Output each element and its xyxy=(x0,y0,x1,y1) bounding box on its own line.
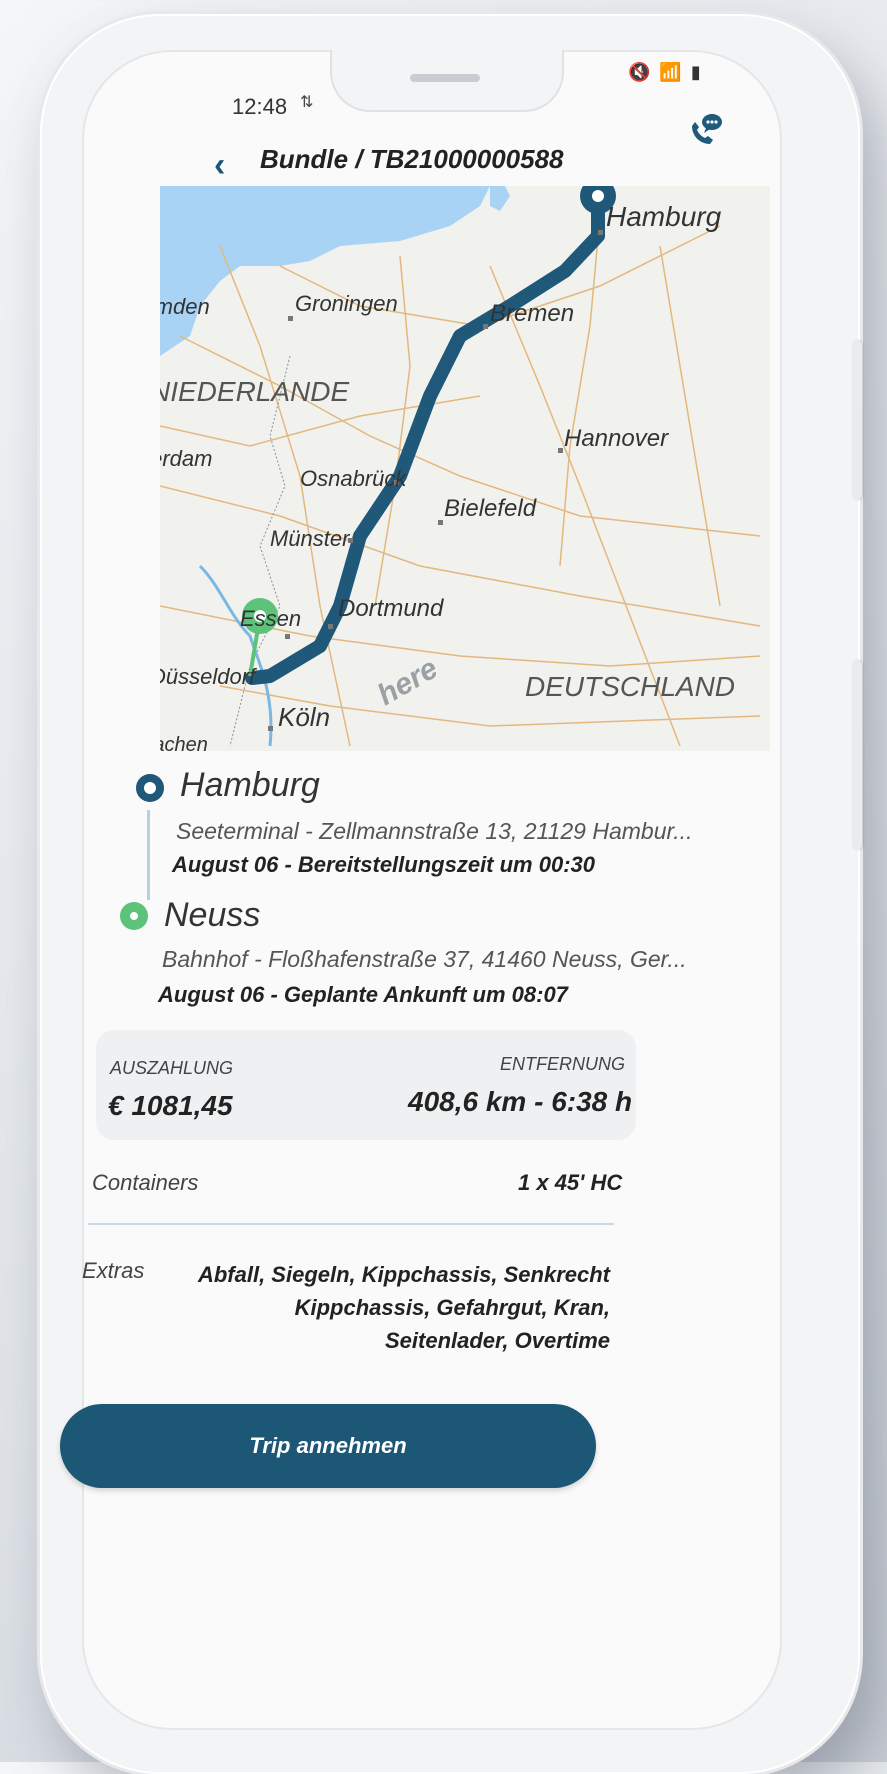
payout-value: € 1081,45 xyxy=(108,1090,233,1121)
status-icons: 🔇 📶 ▮ xyxy=(628,62,703,82)
map-label-deutschland: DEUTSCHLAND xyxy=(525,671,735,702)
map-label-groningen: Groningen xyxy=(295,291,398,316)
map-label-koeln: Köln xyxy=(278,702,330,732)
containers-value: 1 x 45' HC xyxy=(518,1170,623,1195)
extras-label: Extras xyxy=(82,1258,145,1283)
map-label-essen: Essen xyxy=(240,606,301,631)
speaker xyxy=(410,74,480,82)
stop-connector-line xyxy=(147,810,150,900)
volume-button xyxy=(852,340,862,500)
destination-marker-center xyxy=(130,912,138,920)
map-label-duesseldorf: Düsseldorf xyxy=(160,664,258,689)
divider xyxy=(88,1223,614,1225)
map-label-osnabrueck: Osnabrück xyxy=(300,466,407,491)
extras-value: Abfall, Siegeln, Kippchassis, Senkrecht … xyxy=(197,1262,610,1353)
origin-city: Hamburg xyxy=(180,766,320,804)
data-transfer-icon: ⇅ xyxy=(300,94,314,111)
map-label-emden: Emden xyxy=(160,294,210,319)
route-map[interactable]: Hamburg Groningen Bremen NIEDERLANDE Ams… xyxy=(160,186,770,751)
page-title: Bundle / TB21000000588 xyxy=(260,144,564,174)
map-label-hamburg: Hamburg xyxy=(606,201,722,232)
origin-time: August 06 - Bereitstellungszeit um 00:30 xyxy=(172,852,595,877)
trip-stats-card xyxy=(96,1030,636,1140)
status-time: 12:48 xyxy=(232,94,288,119)
distance-value: 408,6 km - 6:38 h xyxy=(408,1086,633,1117)
map-label-bielefeld: Bielefeld xyxy=(444,495,537,522)
map-label-niederlande: NIEDERLANDE xyxy=(160,376,349,407)
distance-label: ENTFERNUNG xyxy=(500,1054,625,1074)
origin-address: Seeterminal - Zellmannstraße 13, 21129 H… xyxy=(176,818,693,844)
payout-label: AUSZAHLUNG xyxy=(110,1058,234,1078)
destination-address: Bahnhof - Floßhafenstraße 37, 41460 Neus… xyxy=(162,946,687,972)
containers-label: Containers xyxy=(92,1170,199,1195)
origin-marker-center xyxy=(146,784,154,792)
power-button xyxy=(852,660,862,850)
map-label-bremen: Bremen xyxy=(490,300,574,327)
back-icon[interactable]: ‹ xyxy=(214,146,225,185)
map-label-dortmund: Dortmund xyxy=(338,595,444,622)
map-label-aachen: Aachen xyxy=(160,734,208,751)
map-label-muenster: Münster xyxy=(270,526,351,551)
destination-city: Neuss xyxy=(164,896,261,934)
destination-time: August 06 - Geplante Ankunft um 08:07 xyxy=(158,982,568,1007)
call-chat-icon[interactable] xyxy=(684,112,724,152)
map-label-amsterdam: Amsterdam xyxy=(160,446,212,471)
map-label-hannover: Hannover xyxy=(564,425,669,452)
accept-trip-button[interactable]: Trip annehmen xyxy=(60,1404,596,1488)
